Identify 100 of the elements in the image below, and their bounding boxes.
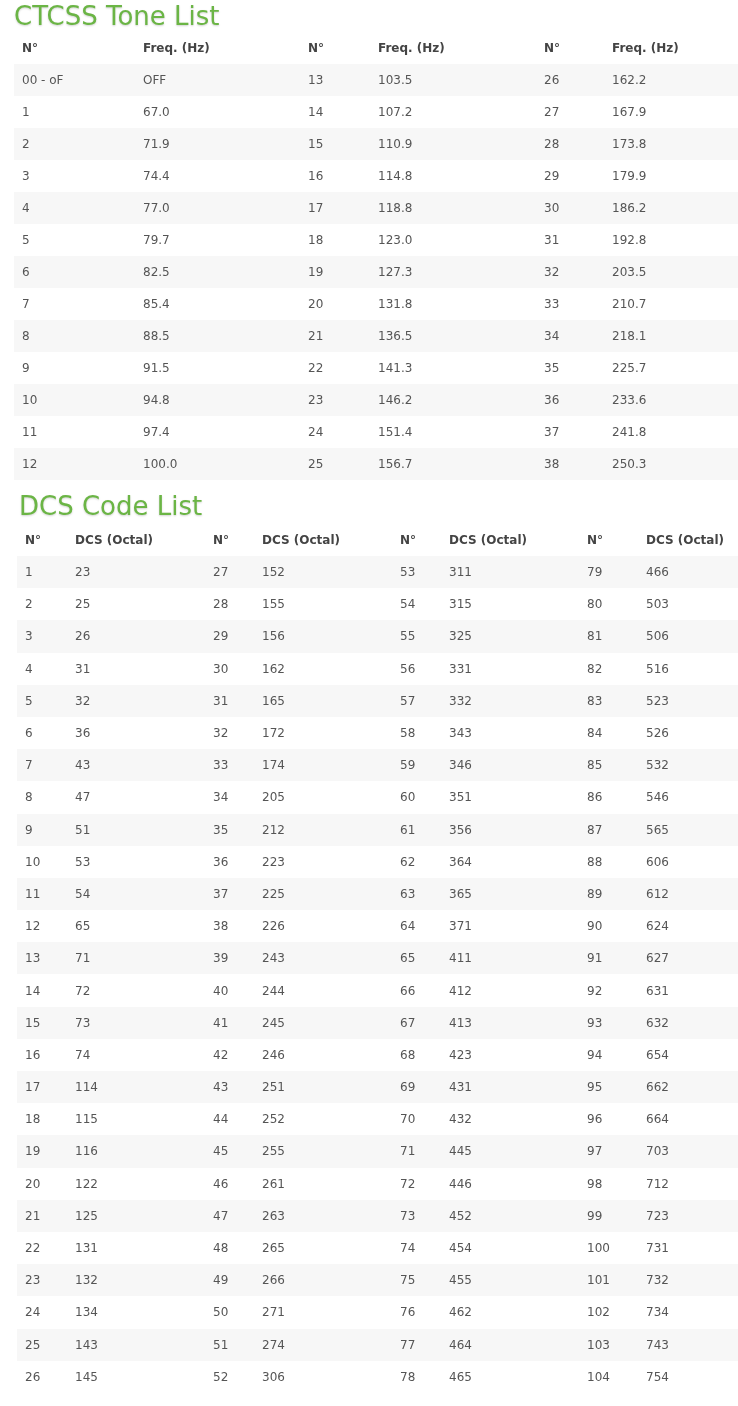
table-cell: 27 [213, 565, 229, 580]
table-cell: 365 [449, 886, 472, 901]
table-cell: 13 [308, 73, 324, 87]
table-cell: 32 [75, 693, 91, 708]
table-cell: 54 [75, 886, 91, 901]
table-cell: 94 [587, 1047, 603, 1062]
table-cell: 78 [400, 1369, 416, 1384]
table-cell: 91 [587, 951, 603, 966]
table-cell: 664 [646, 1112, 669, 1127]
table-cell: 51 [213, 1337, 229, 1352]
column-header: N° [25, 533, 42, 547]
table-cell: 5 [25, 693, 33, 708]
table-cell: 162 [262, 661, 285, 676]
table-cell: 18 [308, 233, 324, 247]
table-cell: 243 [262, 951, 285, 966]
table-cell: 10 [22, 393, 38, 407]
table-cell: 82 [587, 661, 603, 676]
table-cell: 72 [75, 983, 91, 998]
table-cell: 87 [587, 822, 603, 837]
table-cell: 271 [262, 1305, 285, 1320]
table-cell: 731 [646, 1241, 669, 1256]
table-cell: 252 [262, 1112, 285, 1127]
table-cell: 96 [587, 1112, 603, 1127]
table-cell: 46 [213, 1176, 229, 1191]
table-cell: OFF [143, 73, 167, 87]
table-cell: 34 [544, 329, 560, 343]
table-cell: 265 [262, 1241, 285, 1256]
table-cell: 33 [544, 297, 560, 311]
table-cell: 80 [587, 597, 603, 612]
table-cell: 76 [400, 1305, 416, 1320]
table-cell: 465 [449, 1369, 472, 1384]
table-cell: 7 [25, 758, 33, 773]
section-title: DCS Code List [19, 490, 204, 523]
table-cell: 77 [400, 1337, 416, 1352]
table-cell: 88 [587, 854, 603, 869]
table-cell: 1 [22, 105, 30, 119]
table-cell: 61 [400, 822, 416, 837]
table-cell: 16 [308, 169, 324, 183]
table-cell: 58 [400, 726, 416, 741]
table-cell: 88.5 [143, 329, 170, 343]
table-cell: 255 [262, 1144, 285, 1159]
table-cell: 245 [262, 1015, 285, 1030]
table-cell: 28 [544, 137, 560, 151]
table-cell: 94.8 [143, 393, 170, 407]
table-cell: 65 [75, 919, 91, 934]
table-cell: 43 [213, 1080, 229, 1095]
table-cell: 74 [400, 1241, 416, 1256]
table-cell: 223 [262, 854, 285, 869]
table-cell: 98 [587, 1176, 603, 1191]
table-cell: 91.5 [143, 361, 170, 375]
table-cell: 29 [544, 169, 560, 183]
table-cell: 31 [544, 233, 560, 247]
column-header: Freq. (Hz) [612, 41, 679, 55]
table-cell: 356 [449, 822, 472, 837]
table-cell: 192.8 [612, 233, 647, 247]
table-cell: 38 [544, 457, 560, 471]
table-cell: 26 [25, 1369, 41, 1384]
table-cell: 127.3 [378, 265, 413, 279]
table-cell: 156 [262, 629, 285, 644]
table-cell: 42 [213, 1047, 229, 1062]
table-cell: 23 [75, 565, 91, 580]
table-cell: 612 [646, 886, 669, 901]
table-cell: 754 [646, 1369, 669, 1384]
table-cell: 654 [646, 1047, 669, 1062]
table-cell: 5 [22, 233, 30, 247]
table-cell: 72 [400, 1176, 416, 1191]
table-cell: 33 [213, 758, 229, 773]
table-cell: 21 [25, 1208, 41, 1223]
table-cell: 64 [400, 919, 416, 934]
table-cell: 662 [646, 1080, 669, 1095]
table-cell: 445 [449, 1144, 472, 1159]
table-cell: 331 [449, 661, 472, 676]
table-cell: 41 [213, 1015, 229, 1030]
table-cell: 31 [213, 693, 229, 708]
table-cell: 110.9 [378, 137, 413, 151]
table-cell: 411 [449, 951, 472, 966]
table-cell: 25 [308, 457, 324, 471]
table-cell: 37 [213, 886, 229, 901]
table-cell: 632 [646, 1015, 669, 1030]
table-cell: 233.6 [612, 393, 647, 407]
table-cell: 134 [75, 1305, 98, 1320]
column-header: DCS (Octal) [262, 533, 341, 547]
table-cell: 311 [449, 565, 472, 580]
column-header: Freq. (Hz) [143, 41, 210, 55]
table-cell: 3 [22, 169, 30, 183]
table-cell: 51 [75, 822, 91, 837]
table-cell: 83 [587, 693, 603, 708]
table-cell: 62 [400, 854, 416, 869]
table-cell: 57 [400, 693, 416, 708]
table-cell: 114.8 [378, 169, 413, 183]
table-cell: 261 [262, 1176, 285, 1191]
table-cell: 71 [75, 951, 91, 966]
table-cell: 101 [587, 1273, 610, 1288]
table-cell: 24 [25, 1305, 41, 1320]
table-cell: 712 [646, 1176, 669, 1191]
section-title: CTCSS Tone List [14, 0, 221, 32]
table-cell: 412 [449, 983, 472, 998]
table-cell: 631 [646, 983, 669, 998]
table-cell: 93 [587, 1015, 603, 1030]
table-cell: 65 [400, 951, 416, 966]
